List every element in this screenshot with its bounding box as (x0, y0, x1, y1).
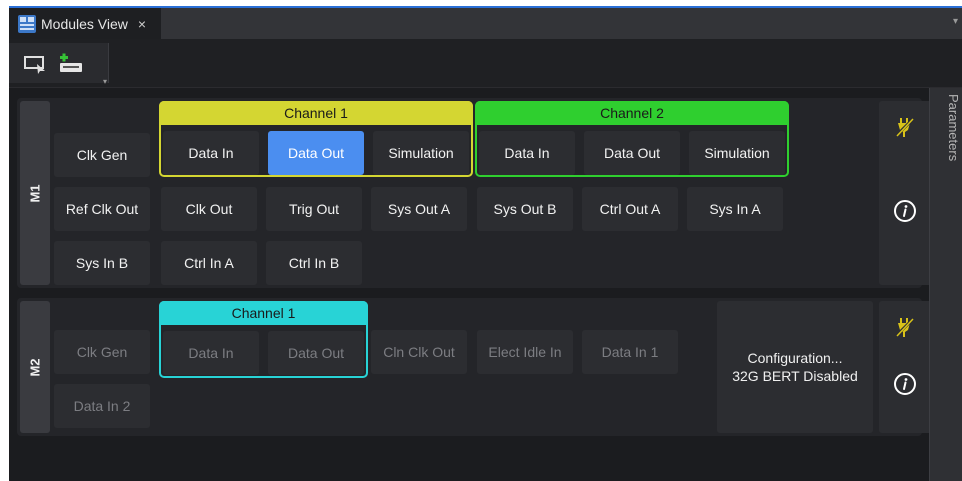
cell-data-in-2[interactable]: Data In 2 (54, 384, 150, 428)
bert-status-label: 32G BERT Disabled (732, 368, 858, 384)
cell-simulation[interactable]: Simulation (689, 131, 785, 175)
cell-elect-idle-in[interactable]: Elect Idle In (477, 330, 573, 374)
cell-data-out[interactable]: Data Out (268, 131, 364, 175)
parameters-label: Parameters (946, 94, 961, 162)
channel-1-group: Channel 1 Data In Data Out Simulation (159, 101, 473, 177)
info-icon[interactable] (893, 199, 917, 223)
configuration-label: Configuration... (747, 350, 843, 366)
tab-bar: Modules View × ▾ (9, 6, 962, 39)
cell-data-in[interactable]: Data In (163, 331, 259, 375)
module-label[interactable]: M2 (20, 301, 50, 433)
channel-1-header: Channel 1 (159, 301, 368, 325)
cell-clk-gen[interactable]: Clk Gen (54, 133, 150, 177)
channel-2-header: Channel 2 (475, 101, 789, 125)
cell-sys-out-a[interactable]: Sys Out A (371, 187, 467, 231)
tab-title: Modules View (41, 15, 128, 32)
cell-ref-clk-out[interactable]: Ref Clk Out (54, 187, 150, 231)
channel-1-group: Channel 1 Data In Data Out (159, 301, 368, 378)
select-region-icon[interactable] (21, 53, 49, 75)
cell-clk-out[interactable]: Clk Out (161, 187, 257, 231)
toolbar-dropdown-icon[interactable]: ▾ (103, 77, 107, 86)
cell-sys-in-b[interactable]: Sys In B (54, 241, 150, 285)
module-side-controls (879, 301, 932, 433)
modules-view-window: Modules View × ▾ ▾ M1 Clk Gen Channel 1 … (9, 6, 962, 481)
channel-2-group: Channel 2 Data In Data Out Simulation (475, 101, 789, 177)
module-side-controls (879, 101, 932, 285)
cell-data-in[interactable]: Data In (479, 131, 575, 175)
module-m1: M1 Clk Gen Channel 1 Data In Data Out Si… (17, 98, 932, 288)
module-label-text: M1 (27, 183, 43, 203)
cell-simulation[interactable]: Simulation (373, 131, 469, 175)
cell-trig-out[interactable]: Trig Out (266, 187, 362, 231)
cell-ctrl-out-a[interactable]: Ctrl Out A (582, 187, 678, 231)
module-label-text: M2 (27, 357, 43, 377)
module-label[interactable]: M1 (20, 101, 50, 285)
tab-modules-view[interactable]: Modules View × (9, 8, 161, 39)
tab-close-icon[interactable]: × (138, 16, 146, 32)
add-module-icon[interactable] (57, 53, 85, 75)
channel-1-header: Channel 1 (159, 101, 473, 125)
cell-data-out[interactable]: Data Out (268, 331, 364, 375)
power-plug-icon[interactable] (893, 115, 917, 139)
tab-menu-dropdown-icon[interactable]: ▾ (953, 16, 958, 27)
module-m2: M2 Clk Gen Channel 1 Data In Data Out Cl… (17, 298, 932, 436)
cell-ctrl-in-b[interactable]: Ctrl In B (266, 241, 362, 285)
modules-area: M1 Clk Gen Channel 1 Data In Data Out Si… (9, 88, 932, 481)
parameters-panel-tab[interactable]: Parameters (929, 88, 962, 481)
toolbar: ▾ (9, 39, 962, 87)
cell-sys-out-b[interactable]: Sys Out B (477, 187, 573, 231)
cell-data-in-1[interactable]: Data In 1 (582, 330, 678, 374)
toolbar-group: ▾ (9, 43, 109, 86)
modules-app-icon (18, 14, 36, 33)
cell-data-out[interactable]: Data Out (584, 131, 680, 175)
cell-sys-in-a[interactable]: Sys In A (687, 187, 783, 231)
cell-cln-clk-out[interactable]: Cln Clk Out (371, 330, 467, 374)
cell-data-in[interactable]: Data In (163, 131, 259, 175)
power-plug-icon[interactable] (893, 315, 917, 339)
cell-clk-gen[interactable]: Clk Gen (54, 330, 150, 374)
configuration-panel[interactable]: Configuration... 32G BERT Disabled (717, 301, 873, 433)
cell-ctrl-in-a[interactable]: Ctrl In A (161, 241, 257, 285)
info-icon[interactable] (893, 372, 917, 396)
